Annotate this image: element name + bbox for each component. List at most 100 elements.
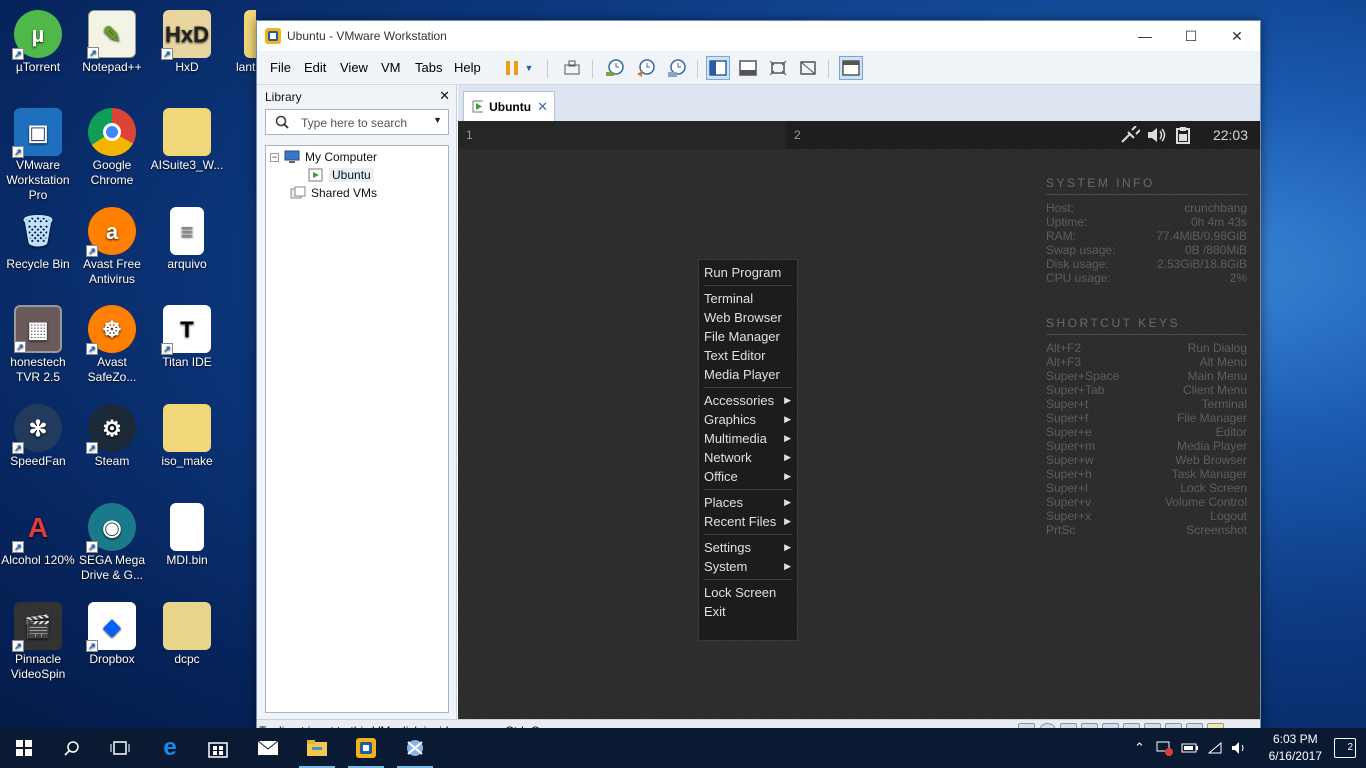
menu-item-places[interactable]: Places ▶ [699,493,797,512]
menu-item-run-program[interactable]: Run Program [699,263,797,282]
desktop-icon-arquivo[interactable]: ≡ arquivo [149,207,225,272]
desktop-icon-avast-safezone[interactable]: ☸ ↗ Avast SafeZo... [74,305,150,385]
title-bar[interactable]: Ubuntu - VMware Workstation — ☐ ✕ [257,21,1260,51]
close-button[interactable]: ✕ [1214,21,1260,51]
take-snapshot-button[interactable] [603,56,627,80]
network-plug-icon[interactable] [1120,126,1140,144]
volume-icon[interactable] [1146,126,1168,144]
desktop-icon-vmware[interactable]: ▣ ↗ VMware Workstation Pro [0,108,76,203]
taskbar-store[interactable] [194,728,242,768]
workspace-1[interactable]: 1 [458,121,786,149]
taskbar-file-explorer[interactable] [293,728,341,768]
desktop-icon-steam[interactable]: ⚙ ↗ Steam [74,404,150,469]
vmware-icon [265,28,281,44]
volume-icon[interactable] [1231,741,1247,755]
desktop-icon-notepadpp[interactable]: ✎ ↗ Notepad++ [74,10,150,75]
full-screen-button[interactable] [766,56,790,80]
search-button[interactable] [48,728,96,768]
chevron-up-icon[interactable]: ⌃ [1134,740,1145,756]
menu-edit[interactable]: Edit [304,60,326,75]
sega-icon: ◉ ↗ [86,503,136,553]
desktop-icon-aisuite[interactable]: AISuite3_W... [149,108,225,173]
desktop-icon-pinnacle[interactable]: 🎬 ↗ Pinnacle VideoSpin [0,602,76,682]
desktop-icon-label: dcpc [174,652,200,666]
minimize-button[interactable]: — [1122,21,1168,51]
console-view-button[interactable] [839,56,863,80]
chevron-down-icon: ▼ [524,63,534,73]
conky-system-info: SYSTEM INFO Host: crunchbang Uptime: 0h 4m… [1046,176,1247,285]
desktop-icon-dcpc[interactable]: dcpc [149,602,225,667]
menu-file[interactable]: File [270,60,291,75]
taskbar-edge[interactable]: e [146,728,194,768]
thumbnail-bar-button[interactable] [736,56,760,80]
menu-item-file-manager[interactable]: File Manager [699,327,797,346]
library-close-button[interactable]: ✕ [439,88,450,104]
menu-item-text-editor[interactable]: Text Editor [699,346,797,365]
menu-item-lock-screen[interactable]: Lock Screen [699,583,797,602]
chevron-down-icon[interactable]: ▼ [433,115,442,125]
menu-vm[interactable]: VM [381,60,401,75]
menu-item-media-player[interactable]: Media Player [699,365,797,384]
send-ctrl-alt-del-button[interactable] [560,56,584,80]
menu-item-settings[interactable]: Settings ▶ [699,538,797,557]
vm-screen[interactable]: 1 2 22:03 SYSTEM INFO Host: crunchbang Up… [458,121,1260,719]
desktop-icon-sega[interactable]: ◉ ↗ SEGA Mega Drive & G... [74,503,150,583]
wifi-icon[interactable] [1207,741,1223,755]
network-error-icon[interactable] [1155,740,1173,756]
menu-item-graphics[interactable]: Graphics ▶ [699,410,797,429]
collapse-icon[interactable]: − [270,152,279,162]
desktop-icon-alcohol[interactable]: A ↗ Alcohol 120% [0,503,76,568]
maximize-button[interactable]: ☐ [1168,21,1214,51]
menu-item-office[interactable]: Office ▶ [699,467,797,486]
tab-ubuntu[interactable]: Ubuntu ✕ [463,91,555,121]
clipboard-icon[interactable] [1176,126,1190,144]
taskbar-clock[interactable]: 6:03 PM 6/16/2017 [1269,731,1322,765]
desktop-icon-label: Avast SafeZo... [87,355,137,384]
desktop-icon-utorrent[interactable]: µ ↗ µTorrent [0,10,76,75]
desktop-icon-chrome[interactable]: Google Chrome [74,108,150,188]
desktop-icon-speedfan[interactable]: ✻ ↗ SpeedFan [0,404,76,469]
taskbar-snipping-tool[interactable] [391,728,439,768]
menu-help[interactable]: Help [454,60,481,75]
library-search-input[interactable]: Type here to search ▼ [265,109,449,135]
menu-item-accessories[interactable]: Accessories ▶ [699,391,797,410]
desktop-icon-iso-make[interactable]: iso_make [149,404,225,469]
menu-item-multimedia[interactable]: Multimedia ▶ [699,429,797,448]
desktop-icon-label: Alcohol 120% [1,553,75,567]
desktop-icon-titan[interactable]: T ↗ Titan IDE [149,305,225,370]
tree-item-my-computer[interactable]: − My Computer [270,150,377,164]
desktop-icon-recycle-bin[interactable]: 🗑 Recycle Bin [0,207,76,272]
menu-item-web-browser[interactable]: Web Browser [699,308,797,327]
power-dropdown-button[interactable]: ▼ [522,56,536,80]
close-tab-icon[interactable]: ✕ [537,99,548,115]
menu-item-system[interactable]: System ▶ [699,557,797,576]
menu-item-recent-files[interactable]: Recent Files ▶ [699,512,797,531]
taskbar-mail[interactable] [244,728,292,768]
action-center-button[interactable]: 2 [1334,738,1356,758]
menu-tabs[interactable]: Tabs [415,60,442,75]
shortcut-row: PrtSc Screenshot [1046,523,1247,537]
desktop-icon-avast[interactable]: a ↗ Avast Free Antivirus [74,207,150,287]
system-info-heading: SYSTEM INFO [1046,176,1247,195]
pause-button[interactable] [500,56,524,80]
unity-button[interactable] [796,56,820,80]
snapshot-manager-button[interactable] [665,56,689,80]
menu-item-network[interactable]: Network ▶ [699,448,797,467]
menu-view[interactable]: View [340,60,368,75]
desktop-icon-mdi-bin[interactable]: MDI.bin [149,503,225,568]
desktop-icon-hxd[interactable]: HxD ↗ HxD [149,10,225,75]
menu-item-exit[interactable]: Exit [699,602,797,621]
battery-icon[interactable] [1181,742,1199,754]
openbox-root-menu: Run Program Terminal Web Browser File Ma… [698,259,798,641]
tree-item-shared-vms[interactable]: Shared VMs [290,186,377,200]
desktop-icon-dropbox[interactable]: ◆ ↗ Dropbox [74,602,150,667]
tree-item-ubuntu[interactable]: Ubuntu [308,168,374,182]
task-view-button[interactable] [96,728,144,768]
desktop-icon-honestech[interactable]: ▦ ↗ honestech TVR 2.5 [0,305,76,385]
start-button[interactable] [0,728,48,768]
taskbar-vmware[interactable] [342,728,390,768]
menu-item-terminal[interactable]: Terminal [699,289,797,308]
show-library-button[interactable] [706,56,730,80]
desktop-icon-lant[interactable]: lant [222,10,256,75]
revert-snapshot-button[interactable] [634,56,658,80]
